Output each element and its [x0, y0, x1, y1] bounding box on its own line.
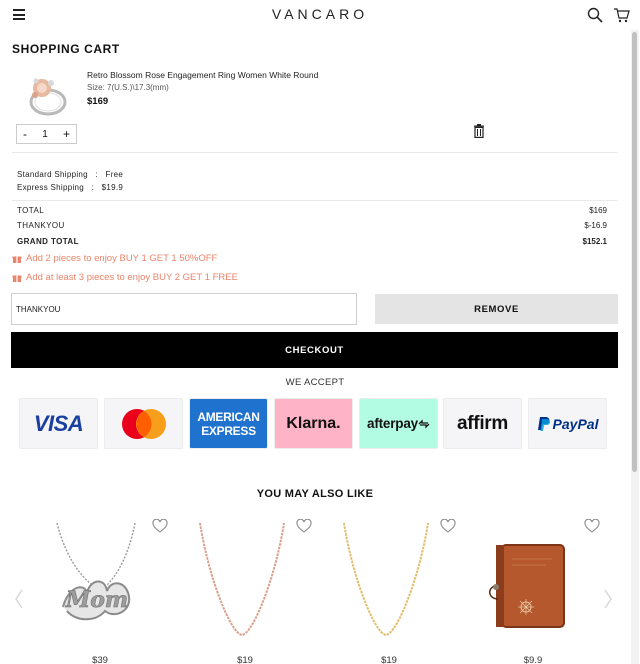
product-price: $19 — [381, 655, 397, 664]
trash-icon[interactable] — [473, 124, 485, 138]
wishlist-heart-icon[interactable] — [440, 519, 456, 533]
promo-text[interactable]: Add 2 pieces to enjoy BUY 1 GET 1 50%OFF — [26, 253, 217, 264]
search-icon[interactable] — [587, 7, 603, 23]
shipping-label: Express Shipping — [17, 183, 85, 192]
visa-logo: VISA — [19, 398, 98, 449]
increase-qty-button[interactable]: + — [63, 128, 70, 140]
recommended-product-card[interactable] — [468, 515, 600, 655]
quantity-stepper[interactable]: - 1 + — [16, 124, 77, 144]
remove-coupon-button[interactable]: REMOVE — [375, 294, 618, 324]
divider — [12, 200, 618, 201]
standard-shipping-row: Standard Shipping : Free — [17, 170, 123, 179]
product-price: $9.9 — [523, 655, 543, 664]
ring-product-image[interactable] — [22, 68, 72, 120]
wishlist-heart-icon[interactable] — [152, 519, 168, 533]
we-accept-heading: WE ACCEPT — [285, 377, 345, 388]
leather-journal-image[interactable] — [468, 515, 598, 655]
affirm-logo-text: affirm — [457, 412, 508, 434]
product-price: $39 — [92, 655, 108, 664]
grand-total-label: GRAND TOTAL — [17, 237, 79, 246]
page-title: SHOPPING CART — [12, 42, 120, 56]
brand-logo[interactable]: VANCARO — [0, 6, 640, 22]
gold-chain-image[interactable] — [324, 515, 454, 655]
amex-text-2: EXPRESS — [201, 423, 256, 438]
product-size: Size: 7(U.S.)\17.3(mm) — [87, 83, 169, 92]
mastercard-icon — [121, 408, 166, 439]
coupon-input[interactable] — [11, 293, 357, 325]
amex-text-1: AMERICAN — [197, 409, 260, 424]
gift-icon — [12, 256, 22, 263]
mastercard-logo — [104, 398, 183, 449]
gift-icon — [12, 275, 22, 282]
wishlist-heart-icon[interactable] — [296, 519, 312, 533]
product-price: $169 — [87, 96, 109, 107]
afterpay-logo: afterpay — [359, 398, 438, 449]
divider — [12, 152, 618, 153]
shipping-separator: : — [91, 183, 95, 192]
carousel-next-arrow-icon[interactable] — [603, 588, 613, 610]
afterpay-arrows-icon — [418, 418, 430, 429]
carousel-prev-arrow-icon[interactable] — [14, 588, 24, 610]
shipping-value: $19.9 — [101, 183, 124, 192]
recommended-product-card[interactable] — [180, 515, 312, 655]
recommended-product-card[interactable] — [324, 515, 456, 655]
product-price: $19 — [237, 655, 253, 664]
express-shipping-row: Express Shipping : $19.9 — [17, 183, 123, 192]
paypal-logo: PayPal — [528, 398, 607, 449]
recommended-product-card[interactable]: Mom — [35, 515, 168, 655]
amex-logo: AMERICAN EXPRESS — [189, 398, 268, 449]
mom-script-text: Mom — [65, 587, 128, 613]
afterpay-logo-text: afterpay — [367, 416, 418, 431]
mom-necklace-image[interactable]: Mom — [35, 515, 165, 655]
visa-logo-text: VISA — [33, 410, 84, 436]
shipping-label: Standard Shipping — [17, 170, 88, 179]
page-scrollbar[interactable] — [631, 30, 639, 664]
grand-total-value: $152.1 — [582, 237, 607, 246]
coupon-discount: $-16.9 — [584, 221, 607, 230]
wishlist-heart-icon[interactable] — [584, 519, 600, 533]
promo-message[interactable]: Add 2 pieces to enjoy BUY 1 GET 1 50%OFF — [12, 253, 217, 264]
cart-icon[interactable] — [613, 7, 630, 23]
shipping-value: Free — [105, 170, 124, 179]
rose-gold-chain-image[interactable] — [180, 515, 310, 655]
product-name[interactable]: Retro Blossom Rose Engagement Ring Women… — [87, 70, 318, 80]
total-label: TOTAL — [17, 206, 45, 215]
klarna-logo: Klarna. — [274, 398, 353, 449]
affirm-logo: affirm — [443, 398, 522, 449]
quantity-value[interactable]: 1 — [42, 129, 48, 140]
recommendations-heading: YOU MAY ALSO LIKE — [256, 488, 374, 500]
scrollbar-thumb[interactable] — [632, 32, 637, 472]
checkout-button[interactable]: CHECKOUT — [11, 332, 618, 368]
paypal-p-icon — [537, 416, 550, 431]
klarna-logo-text: Klarna. — [286, 414, 341, 432]
total-value: $169 — [589, 206, 607, 215]
promo-text[interactable]: Add at least 3 pieces to enjoy BUY 2 GET… — [26, 272, 238, 283]
decrease-qty-button[interactable]: - — [23, 128, 27, 140]
coupon-label: THANKYOU — [17, 221, 65, 230]
promo-message[interactable]: Add at least 3 pieces to enjoy BUY 2 GET… — [12, 272, 238, 283]
paypal-logo-text: PayPal — [552, 415, 599, 432]
shipping-separator: : — [95, 170, 98, 179]
